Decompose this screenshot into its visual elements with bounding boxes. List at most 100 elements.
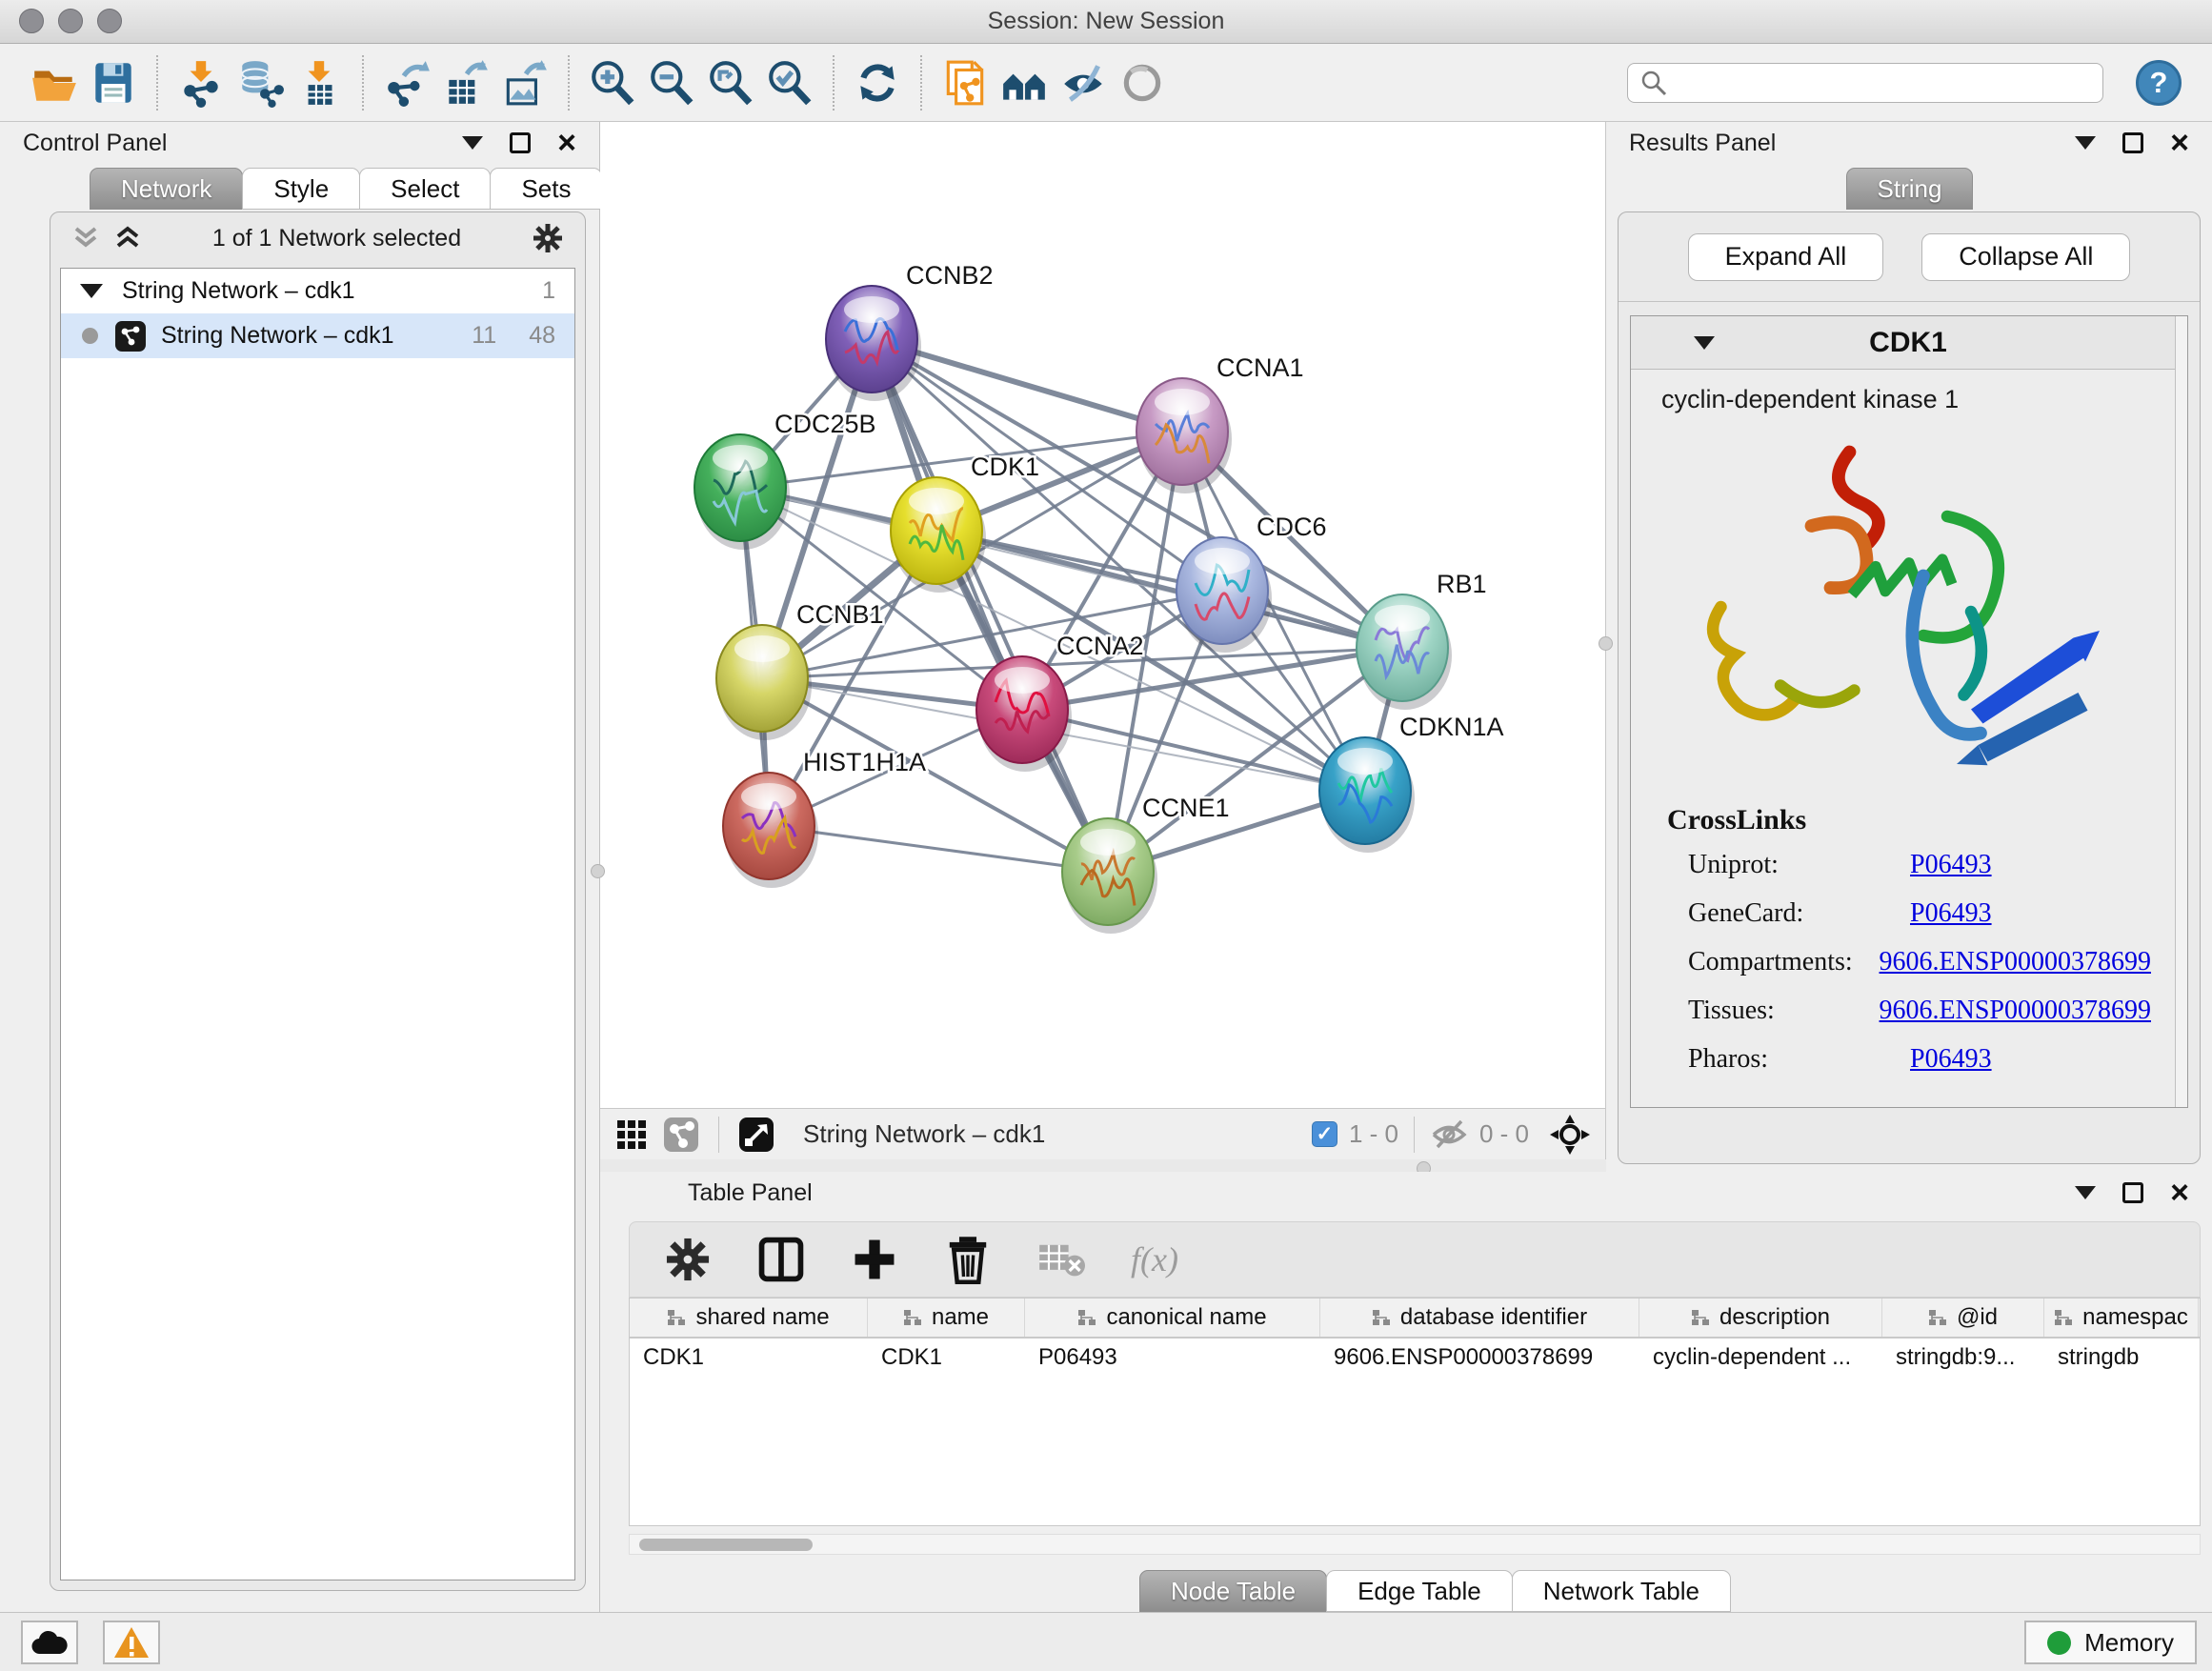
network-view-icon[interactable] xyxy=(663,1117,699,1153)
section-expander-icon[interactable] xyxy=(1694,336,1715,350)
network-node-CCNA2[interactable]: CCNA2 xyxy=(976,632,1144,772)
panel-float-icon[interactable] xyxy=(510,132,531,153)
table-cell[interactable]: CDK1 xyxy=(630,1339,868,1377)
results-scrollbar[interactable] xyxy=(2175,316,2187,1107)
window-maximize-button[interactable] xyxy=(97,9,122,33)
crosslink-link[interactable]: P06493 xyxy=(1910,850,1992,880)
network-graph[interactable]: CCNB2CCNA1CDC25BCDK1CDC6RB1CCNB1CCNA2CDK… xyxy=(600,122,1606,1108)
network-node-HIST1H1A[interactable]: HIST1H1A xyxy=(723,748,926,888)
zoom-selected-icon[interactable] xyxy=(760,53,819,112)
table-h-scroll-thumb[interactable] xyxy=(639,1539,813,1551)
tab-node-table[interactable]: Node Table xyxy=(1139,1570,1327,1612)
node-details-header[interactable]: CDK1 xyxy=(1631,316,2187,370)
table-cell[interactable]: 9606.ENSP00000378699 xyxy=(1320,1339,1639,1377)
network-edge[interactable] xyxy=(1022,710,1365,791)
column-header-canonical-name[interactable]: canonical name xyxy=(1025,1299,1320,1337)
selected-checkbox[interactable]: ✓ xyxy=(1312,1121,1337,1147)
table-h-scrollbar[interactable] xyxy=(629,1534,2201,1555)
network-node-CCNB2[interactable]: CCNB2 xyxy=(826,261,994,401)
collection-expander-icon[interactable] xyxy=(80,284,103,298)
tab-select[interactable]: Select xyxy=(359,168,491,210)
hidden-eye-icon[interactable] xyxy=(1430,1118,1468,1151)
export-table-icon[interactable] xyxy=(436,53,495,112)
help-button[interactable]: ? xyxy=(2136,60,2182,106)
crosslink-link[interactable]: 9606.ENSP00000378699 xyxy=(1880,996,2151,1026)
tab-network[interactable]: Network xyxy=(90,168,243,210)
zoom-fit-content-icon[interactable] xyxy=(701,53,760,112)
tab-edge-table[interactable]: Edge Table xyxy=(1326,1570,1513,1612)
fit-selection-icon[interactable] xyxy=(1550,1115,1590,1155)
table-cell[interactable]: cyclin-dependent ... xyxy=(1639,1339,1882,1377)
string-protein-query-icon[interactable] xyxy=(995,53,1054,112)
show-columns-icon[interactable] xyxy=(757,1236,805,1283)
collapse-all-button[interactable]: Collapse All xyxy=(1921,233,2130,281)
tab-style[interactable]: Style xyxy=(242,168,360,210)
network-canvas[interactable]: CCNB2CCNA1CDC25BCDK1CDC6RB1CCNB1CCNA2CDK… xyxy=(600,122,1606,1108)
panel-close-icon[interactable]: × xyxy=(2170,132,2189,153)
open-session-icon[interactable] xyxy=(25,53,84,112)
crosslink-link[interactable]: P06493 xyxy=(1910,1044,1992,1075)
memory-button[interactable]: Memory xyxy=(2024,1621,2197,1664)
warnings-button[interactable] xyxy=(103,1621,160,1664)
panel-float-icon[interactable] xyxy=(2122,132,2143,153)
expand-all-icon[interactable] xyxy=(113,226,142,251)
network-collection-row[interactable]: String Network – cdk1 1 xyxy=(61,269,574,313)
network-node-CDKN1A[interactable]: CDKN1A xyxy=(1319,713,1504,853)
table-cell[interactable]: stringdb:9... xyxy=(1882,1339,2044,1377)
panel-menu-icon[interactable] xyxy=(2075,136,2096,150)
tab-sets[interactable]: Sets xyxy=(490,168,602,210)
expand-all-button[interactable]: Expand All xyxy=(1688,233,1884,281)
refresh-network-icon[interactable] xyxy=(848,53,907,112)
crosslink-link[interactable]: P06493 xyxy=(1910,898,1992,929)
table-cell[interactable]: stringdb xyxy=(2044,1339,2199,1377)
panel-close-icon[interactable]: × xyxy=(557,132,576,153)
delete-column-icon[interactable] xyxy=(944,1236,992,1283)
grid-view-icon[interactable] xyxy=(615,1118,648,1151)
network-edge[interactable] xyxy=(872,339,1108,872)
tab-string[interactable]: String xyxy=(1846,168,1974,210)
panel-float-icon[interactable] xyxy=(2122,1182,2143,1203)
network-node-CCNA1[interactable]: CCNA1 xyxy=(1136,353,1304,493)
cloud-status-button[interactable] xyxy=(21,1621,78,1664)
tab-network-table[interactable]: Network Table xyxy=(1512,1570,1731,1612)
export-image-icon[interactable] xyxy=(495,53,554,112)
network-edge[interactable] xyxy=(769,826,1108,872)
network-edge[interactable] xyxy=(936,531,1402,648)
table-cell[interactable]: P06493 xyxy=(1025,1339,1320,1377)
zoom-out-icon[interactable] xyxy=(642,53,701,112)
table-cell[interactable]: CDK1 xyxy=(868,1339,1025,1377)
column-header-description[interactable]: description xyxy=(1639,1299,1882,1337)
add-column-icon[interactable] xyxy=(851,1236,898,1283)
gear-icon[interactable] xyxy=(532,222,564,254)
column-header-database-identifier[interactable]: database identifier xyxy=(1320,1299,1639,1337)
column-header-namespac[interactable]: namespac xyxy=(2044,1299,2199,1337)
table-row[interactable]: CDK1CDK1P064939606.ENSP00000378699cyclin… xyxy=(630,1339,2200,1377)
search-input[interactable] xyxy=(1627,63,2103,103)
panel-close-icon[interactable]: × xyxy=(2170,1182,2189,1203)
panel-menu-icon[interactable] xyxy=(462,136,483,150)
import-network-from-file-icon[interactable] xyxy=(171,53,231,112)
right-splitter-handle[interactable] xyxy=(1599,636,1613,651)
window-minimize-button[interactable] xyxy=(58,9,83,33)
birds-eye-view-icon[interactable] xyxy=(738,1117,774,1153)
export-network-icon[interactable] xyxy=(377,53,436,112)
table-settings-gear-icon[interactable] xyxy=(664,1236,712,1283)
network-node-CDC25B[interactable]: CDC25B xyxy=(694,410,876,550)
clone-network-icon[interactable] xyxy=(935,53,995,112)
network-node-CDK1[interactable]: CDK1 xyxy=(891,453,1039,593)
column-header-name[interactable]: name xyxy=(868,1299,1025,1337)
save-session-icon[interactable] xyxy=(84,53,143,112)
import-network-from-database-icon[interactable] xyxy=(231,53,290,112)
zoom-in-icon[interactable] xyxy=(583,53,642,112)
left-splitter-handle[interactable] xyxy=(591,864,605,878)
network-node-CDC6[interactable]: CDC6 xyxy=(1176,513,1327,653)
panel-menu-icon[interactable] xyxy=(2075,1186,2096,1199)
crosslink-link[interactable]: 9606.ENSP00000378699 xyxy=(1880,947,2151,977)
column-header--id[interactable]: @id xyxy=(1882,1299,2044,1337)
import-table-from-file-icon[interactable] xyxy=(290,53,349,112)
hide-selected-icon[interactable] xyxy=(1054,53,1113,112)
window-close-button[interactable] xyxy=(19,9,44,33)
network-node-RB1[interactable]: RB1 xyxy=(1357,570,1487,710)
network-row[interactable]: String Network – cdk1 1148 xyxy=(61,313,574,358)
column-header-shared-name[interactable]: shared name xyxy=(630,1299,868,1337)
